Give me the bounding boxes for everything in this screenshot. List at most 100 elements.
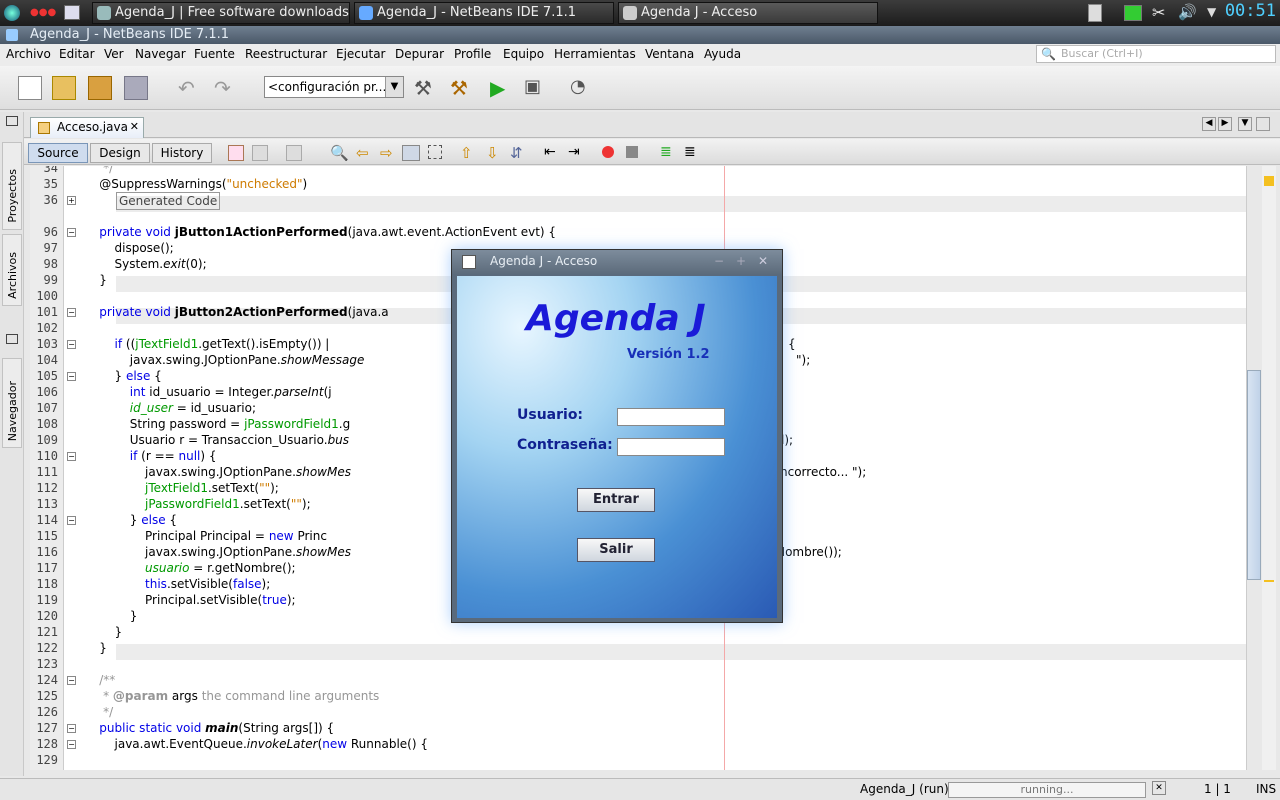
java-icon <box>462 255 476 269</box>
dialog-title: Agenda J - Acceso <box>490 254 598 268</box>
redo-icon[interactable]: ↷ <box>214 76 238 100</box>
menu-navegar[interactable]: Navegar <box>135 47 186 61</box>
search-input[interactable]: 🔍 Buscar (Ctrl+I) <box>1036 45 1276 63</box>
menu-editar[interactable]: Editar <box>59 47 95 61</box>
usuario-input[interactable] <box>617 408 725 426</box>
warning-mark[interactable] <box>1264 176 1274 186</box>
minimize-icon[interactable]: − <box>714 250 724 272</box>
salir-button[interactable]: Salir <box>577 538 655 562</box>
toggle-rect-selection-icon[interactable] <box>428 145 442 159</box>
new-project-icon[interactable] <box>52 76 76 100</box>
view-source-button[interactable]: Source <box>28 143 88 163</box>
toggle-bookmark-icon[interactable]: ⇵ <box>510 144 523 162</box>
debug-icon[interactable]: ▣ <box>524 76 548 100</box>
expand-fold-icon[interactable]: + <box>67 196 76 205</box>
view-design-button[interactable]: Design <box>90 143 150 163</box>
window-dots-icon[interactable]: ●●● <box>30 8 56 18</box>
version-label: Versión 1.2 <box>627 347 710 362</box>
profile-icon[interactable]: ◔ <box>570 76 594 100</box>
menu-ver[interactable]: Ver <box>104 47 124 61</box>
tab-list-icon[interactable]: ▼ <box>1238 117 1252 131</box>
tab-navegador[interactable]: Navegador <box>2 358 22 448</box>
tab-acceso-java[interactable]: Acceso.java ✕ <box>30 117 144 138</box>
collapse-fold-icon[interactable]: − <box>67 228 76 237</box>
scroll-left-icon[interactable]: ◀ <box>1202 117 1216 131</box>
contrasena-input[interactable] <box>617 438 725 456</box>
maximize-icon[interactable]: + <box>736 250 746 272</box>
progress-bar[interactable]: running... <box>948 782 1146 798</box>
tray-chevron-icon[interactable]: ▼ <box>1207 5 1216 19</box>
scrollbar-thumb[interactable] <box>1247 370 1261 580</box>
task-label: Agenda_J - NetBeans IDE 7.1.1 <box>377 5 577 20</box>
previous-bookmark-icon[interactable]: ⇧ <box>460 144 473 162</box>
collapse-fold-icon[interactable]: − <box>67 452 76 461</box>
maximize-icon[interactable] <box>1256 117 1270 131</box>
network-icon[interactable] <box>1124 5 1142 21</box>
window-titlebar: Agenda_J - NetBeans IDE 7.1.1 <box>0 26 1280 44</box>
view-history-button[interactable]: History <box>152 143 212 163</box>
warning-mark[interactable] <box>1264 580 1274 582</box>
shift-right-icon[interactable]: ⇥ <box>568 144 580 160</box>
menu-herramientas[interactable]: Herramientas <box>554 47 636 61</box>
find-next-icon[interactable]: ⇨ <box>380 144 393 162</box>
scissors-icon[interactable]: ✂ <box>1152 3 1165 22</box>
stop-macro-icon[interactable] <box>626 146 638 158</box>
restore-icon[interactable] <box>6 334 18 344</box>
build-icon[interactable]: ⚒ <box>414 76 438 100</box>
collapse-fold-icon[interactable]: − <box>67 740 76 749</box>
task-netbeans[interactable]: Agenda_J - NetBeans IDE 7.1.1 <box>354 2 614 24</box>
tab-label: Navegador <box>6 380 19 441</box>
dialog-titlebar[interactable]: Agenda J - Acceso − + ✕ <box>452 250 782 274</box>
app-menu-icon[interactable] <box>4 5 20 21</box>
back-icon[interactable] <box>228 145 244 161</box>
collapse-fold-icon[interactable]: − <box>67 372 76 381</box>
close-icon[interactable]: ✕ <box>130 118 139 136</box>
last-edit-icon[interactable] <box>286 145 302 161</box>
new-file-icon[interactable] <box>18 76 42 100</box>
find-icon[interactable]: 🔍 <box>330 144 349 162</box>
tab-proyectos[interactable]: Proyectos <box>2 142 22 230</box>
menu-ayuda[interactable]: Ayuda <box>704 47 741 61</box>
scroll-right-icon[interactable]: ▶ <box>1218 117 1232 131</box>
volume-icon[interactable]: 🔊 <box>1178 3 1197 21</box>
save-all-icon[interactable] <box>124 76 148 100</box>
record-macro-icon[interactable] <box>602 146 614 158</box>
close-icon[interactable]: ✕ <box>758 250 768 272</box>
clean-build-icon[interactable]: ⚒ <box>450 76 474 100</box>
run-icon[interactable]: ▶ <box>490 76 514 100</box>
collapse-fold-icon[interactable]: − <box>67 516 76 525</box>
toggle-highlight-icon[interactable] <box>402 145 420 161</box>
config-select[interactable]: <configuración pr... ▼ <box>264 76 404 98</box>
collapse-fold-icon[interactable]: − <box>67 340 76 349</box>
menu-fuente[interactable]: Fuente <box>194 47 235 61</box>
menu-depurar[interactable]: Depurar <box>395 47 444 61</box>
generated-code-fold[interactable]: Generated Code <box>116 192 221 210</box>
shift-left-icon[interactable]: ⇤ <box>544 144 556 160</box>
cancel-process-icon[interactable]: ✕ <box>1152 781 1166 795</box>
forward-icon[interactable] <box>252 145 268 161</box>
entrar-button[interactable]: Entrar <box>577 488 655 512</box>
desktop-icon[interactable] <box>64 5 80 20</box>
open-project-icon[interactable] <box>88 76 112 100</box>
comment-icon[interactable]: ≣ <box>660 144 672 160</box>
clipboard-icon[interactable] <box>1088 4 1102 22</box>
uncomment-icon[interactable]: ≣ <box>684 144 696 160</box>
menu-profile[interactable]: Profile <box>454 47 491 61</box>
task-browser[interactable]: Agenda_J | Free software downloads <box>92 2 350 24</box>
menu-archivo[interactable]: Archivo <box>6 47 51 61</box>
menu-reestructurar[interactable]: Reestructurar <box>245 47 327 61</box>
undo-icon[interactable]: ↶ <box>178 76 202 100</box>
restore-icon[interactable] <box>6 116 18 126</box>
file-tab-label: Acceso.java <box>57 120 128 134</box>
collapse-fold-icon[interactable]: − <box>67 676 76 685</box>
tab-archivos[interactable]: Archivos <box>2 234 22 306</box>
menu-ejecutar[interactable]: Ejecutar <box>336 47 386 61</box>
menu-ventana[interactable]: Ventana <box>645 47 694 61</box>
menu-equipo[interactable]: Equipo <box>503 47 544 61</box>
task-acceso[interactable]: Agenda J - Acceso <box>618 2 878 24</box>
collapse-fold-icon[interactable]: − <box>67 724 76 733</box>
collapse-fold-icon[interactable]: − <box>67 308 76 317</box>
netbeans-icon <box>6 29 18 41</box>
next-bookmark-icon[interactable]: ⇩ <box>486 144 499 162</box>
find-previous-icon[interactable]: ⇦ <box>356 144 369 162</box>
